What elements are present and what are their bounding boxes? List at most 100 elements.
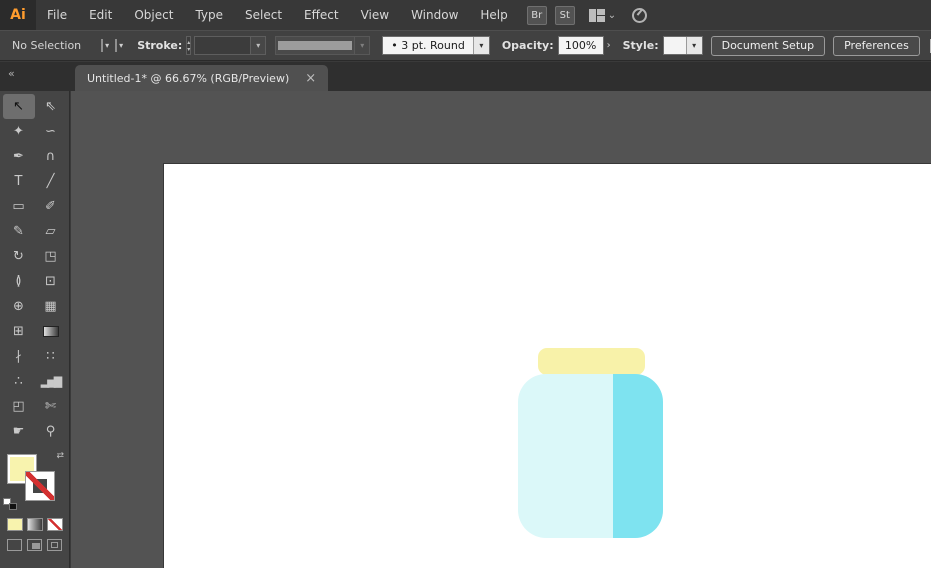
menu-file[interactable]: File xyxy=(36,0,78,30)
draw-normal-button[interactable] xyxy=(7,539,22,551)
scale-icon: ◳ xyxy=(44,249,57,264)
slice-tool[interactable]: ✄ xyxy=(35,394,67,419)
lasso-tool[interactable]: ∽ xyxy=(35,119,67,144)
selection-icon: ↖ xyxy=(13,99,24,114)
fill-stroke-indicator: ⇄ xyxy=(0,450,69,510)
artboard[interactable] xyxy=(164,164,931,568)
perspective-grid-tool[interactable]: ▦ xyxy=(35,294,67,319)
paintbrush-tool[interactable]: ✐ xyxy=(35,194,67,219)
gradient-button[interactable] xyxy=(27,518,43,531)
document-setup-button[interactable]: Document Setup xyxy=(710,35,826,56)
stroke-weight-arrow-icon[interactable]: ▾ xyxy=(250,37,266,54)
arrange-documents-icon[interactable] xyxy=(588,8,605,22)
artboard-icon: ◰ xyxy=(12,399,25,414)
jar-body-shade-shape[interactable] xyxy=(613,374,663,538)
preferences-button[interactable]: Preferences xyxy=(833,35,920,56)
curvature-tool[interactable]: ∩ xyxy=(35,144,67,169)
menu-edit[interactable]: Edit xyxy=(78,0,123,30)
draw-behind-button[interactable] xyxy=(27,539,42,551)
menu-help[interactable]: Help xyxy=(469,0,518,30)
color-button[interactable] xyxy=(7,518,23,531)
width-profile-preview xyxy=(276,37,355,54)
style-dropdown[interactable]: ▾ xyxy=(662,36,703,55)
eraser-icon: ▱ xyxy=(45,224,56,239)
stroke-indicator-hole xyxy=(33,479,47,493)
document-tab[interactable]: Untitled-1* @ 66.67% (RGB/Preview) × xyxy=(75,65,329,91)
gpu-performance-icon[interactable] xyxy=(632,7,648,23)
style-value xyxy=(663,37,686,54)
fill-color-swatch[interactable] xyxy=(101,39,104,52)
eyedropper-tool[interactable]: ∤ xyxy=(3,344,35,369)
blend-icon: ∷ xyxy=(46,349,55,364)
magic-wand-tool[interactable]: ✦ xyxy=(3,119,35,144)
stepper-down-icon[interactable]: ▾ xyxy=(187,46,190,53)
column-graph-tool[interactable]: ▂▅▇ xyxy=(35,369,67,394)
gradient-tool[interactable] xyxy=(35,319,67,344)
stroke-indicator-swatch[interactable] xyxy=(25,471,55,501)
menu-object[interactable]: Object xyxy=(123,0,184,30)
none-button[interactable] xyxy=(47,518,63,531)
eraser-tool[interactable]: ▱ xyxy=(35,219,67,244)
arrange-pane-right xyxy=(596,8,605,22)
rectangle-tool[interactable]: ▭ xyxy=(3,194,35,219)
brush-dropdown[interactable]: • 3 pt. Round ▾ xyxy=(382,36,490,55)
collapse-toolbar-icon[interactable]: « xyxy=(8,67,15,80)
shape-builder-tool[interactable]: ⊕ xyxy=(3,294,35,319)
toolbar-tools: ↖ ⇖ ✦ ∽ ✒ ∩ T ╱ ▭ ✐ ✎ ▱ ↻ ◳ ≬ ⊡ ⊕ ▦ ⊞ ∤ ∷ ∴ ▂▅▇ ◰ ✄ ☛ ⚲ xyxy=(0,91,69,444)
document-tab-title: Untitled-1* @ 66.67% (RGB/Preview) xyxy=(87,71,290,85)
stroke-weight-dropdown[interactable]: ▾ xyxy=(194,36,267,55)
rotate-tool[interactable]: ↻ xyxy=(3,244,35,269)
jar-body-shape[interactable] xyxy=(518,374,663,538)
menu-type[interactable]: Type xyxy=(184,0,234,30)
fill-dropdown-icon[interactable]: ▾ xyxy=(105,41,109,50)
swap-fill-stroke-icon[interactable]: ⇄ xyxy=(56,451,64,461)
rotate-icon: ↻ xyxy=(13,249,24,264)
blend-tool[interactable]: ∷ xyxy=(35,344,67,369)
draw-inside-button[interactable] xyxy=(47,539,62,551)
slice-icon: ✄ xyxy=(45,399,56,414)
mesh-tool[interactable]: ⊞ xyxy=(3,319,35,344)
shaper-tool[interactable]: ✎ xyxy=(3,219,35,244)
stroke-weight-stepper[interactable]: ▴ ▾ xyxy=(186,36,192,55)
bridge-button[interactable]: Br xyxy=(526,5,547,25)
curvature-icon: ∩ xyxy=(45,149,56,164)
free-transform-tool[interactable]: ⊡ xyxy=(35,269,67,294)
line-segment-tool[interactable]: ╱ xyxy=(35,169,67,194)
stroke-color-swatch[interactable] xyxy=(115,39,118,52)
style-arrow-icon[interactable]: ▾ xyxy=(685,37,702,54)
type-tool[interactable]: T xyxy=(3,169,35,194)
opacity-field[interactable]: 100% xyxy=(557,36,604,55)
hand-tool[interactable]: ☛ xyxy=(3,419,35,444)
control-bar: No Selection ▾ ▾ Stroke: ▴ ▾ ▾ ▾ • 3 pt.… xyxy=(0,30,931,61)
opacity-menu-icon[interactable]: › xyxy=(607,40,611,51)
menu-bar: Ai File Edit Object Type Select Effect V… xyxy=(0,0,931,30)
opacity-value[interactable]: 100% xyxy=(558,37,603,54)
brush-arrow-icon[interactable]: ▾ xyxy=(472,37,489,54)
zoom-tool[interactable]: ⚲ xyxy=(35,419,67,444)
menu-view[interactable]: View xyxy=(350,0,400,30)
stroke-dropdown-icon[interactable]: ▾ xyxy=(119,41,123,50)
tab-close-icon[interactable]: × xyxy=(305,72,316,85)
direct-selection-tool[interactable]: ⇖ xyxy=(35,94,67,119)
shape-builder-icon: ⊕ xyxy=(13,299,24,314)
default-fill-stroke-icon[interactable] xyxy=(3,498,17,510)
symbol-sprayer-tool[interactable]: ∴ xyxy=(3,369,35,394)
workspace-chevron-icon[interactable]: ⌄ xyxy=(608,10,616,21)
free-transform-icon: ⊡ xyxy=(45,274,56,289)
selection-tool[interactable]: ↖ xyxy=(2,94,35,119)
artboard-tool[interactable]: ◰ xyxy=(3,394,35,419)
control-bar-buttons: Document Setup Preferences xyxy=(703,35,931,56)
width-tool[interactable]: ≬ xyxy=(3,269,35,294)
direct-selection-icon: ⇖ xyxy=(45,99,56,114)
mesh-icon: ⊞ xyxy=(13,324,24,339)
menu-window[interactable]: Window xyxy=(400,0,469,30)
draw-inside-glyph xyxy=(51,542,58,548)
zoom-icon: ⚲ xyxy=(45,424,56,439)
jar-lid-shape[interactable] xyxy=(538,348,645,375)
scale-tool[interactable]: ◳ xyxy=(35,244,67,269)
pen-tool[interactable]: ✒ xyxy=(3,144,35,169)
stepper-up-icon[interactable]: ▴ xyxy=(187,39,190,46)
menu-effect[interactable]: Effect xyxy=(293,0,350,30)
menu-select[interactable]: Select xyxy=(234,0,293,30)
stock-button[interactable]: St xyxy=(554,5,575,25)
